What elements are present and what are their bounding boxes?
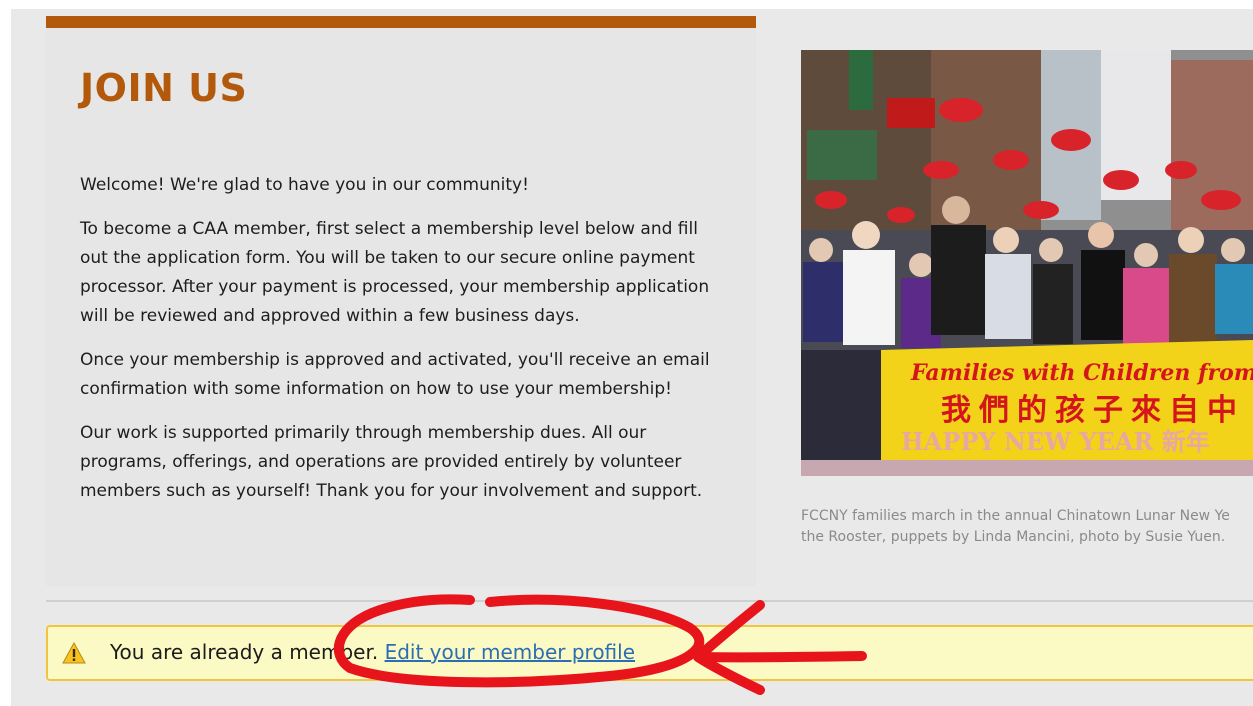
photo-caption: FCCNY families march in the annual China…	[801, 506, 1253, 548]
warning-icon	[62, 642, 86, 664]
edit-member-profile-link[interactable]: Edit your member profile	[385, 640, 635, 664]
parade-photo: Families with Children from 我們的孩子來自中 HAP…	[801, 50, 1253, 476]
caption-line: FCCNY families march in the annual China…	[801, 508, 1230, 524]
join-us-section: JOIN US Welcome! We're glad to have you …	[46, 16, 756, 586]
banner-text-new-year: HAPPY NEW YEAR 新年	[901, 427, 1210, 456]
welcome-paragraph: Welcome! We're glad to have you in our c…	[80, 175, 529, 195]
banner-text-chinese: 我們的孩子來自中	[941, 393, 1245, 428]
banner-text-english: Families with Children from	[910, 360, 1253, 386]
parade-photo-illustration: Families with Children from 我們的孩子來自中 HAP…	[801, 50, 1253, 476]
confirmation-paragraph: Once your membership is approved and act…	[80, 350, 710, 399]
section-accent-bar	[46, 16, 756, 28]
alert-message-text: You are already a memb	[110, 640, 354, 664]
member-alert: You are already a member. Edit your memb…	[46, 625, 1253, 681]
alert-message: You are already a member. Edit your memb…	[110, 640, 635, 664]
caption-line: the Rooster, puppets by Linda Mancini, p…	[801, 529, 1226, 545]
membership-steps-paragraph: To become a CAA member, first select a m…	[80, 219, 710, 326]
section-divider	[46, 600, 1253, 602]
join-description: Welcome! We're glad to have you in our c…	[80, 171, 730, 521]
page-left-margin	[0, 0, 11, 706]
page-top-margin	[0, 0, 1253, 9]
support-paragraph: Our work is supported primarily through …	[80, 423, 703, 501]
page-title: JOIN US	[80, 66, 248, 110]
alert-message-obscured: er.	[353, 640, 379, 664]
